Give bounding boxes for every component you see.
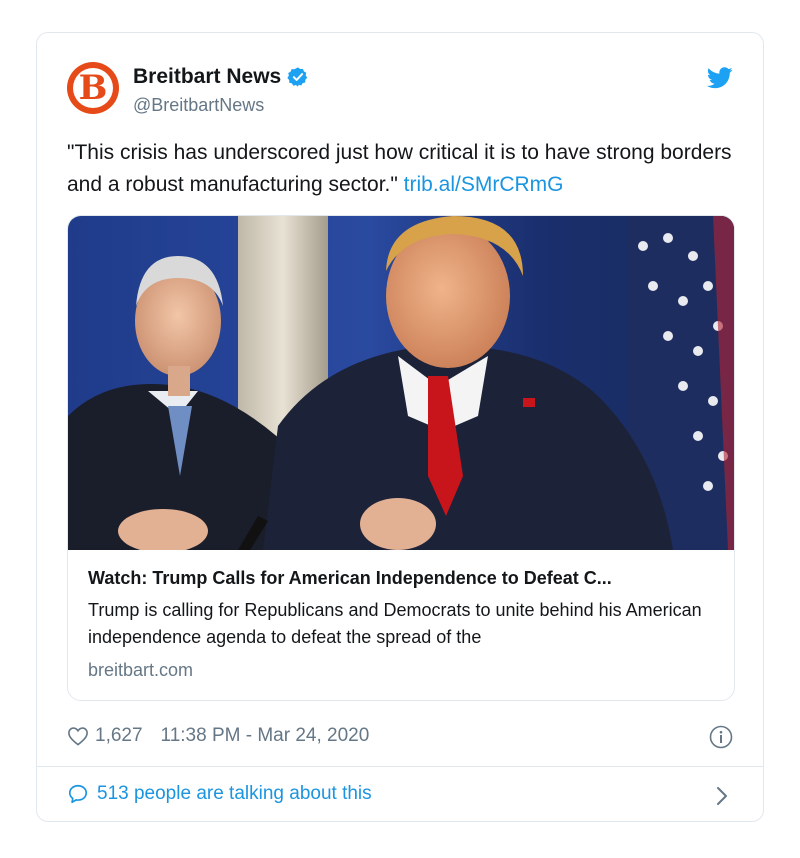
info-icon[interactable] bbox=[709, 725, 733, 749]
link-preview-card[interactable]: Watch: Trump Calls for American Independ… bbox=[67, 215, 735, 701]
avatar-letter: B bbox=[78, 68, 108, 108]
tweet-embed-card[interactable]: B Breitbart News @BreitbartNews "This cr… bbox=[36, 32, 764, 822]
tweet-body: "This crisis has underscored just how cr… bbox=[67, 141, 732, 196]
author-name-row: Breitbart News bbox=[133, 65, 309, 89]
tweet-text: "This crisis has underscored just how cr… bbox=[67, 137, 737, 201]
avatar[interactable]: B bbox=[67, 62, 119, 114]
conversation-link[interactable]: 513 people are talking about this bbox=[67, 783, 372, 805]
preview-description: Trump is calling for Republicans and Dem… bbox=[88, 600, 702, 647]
heart-icon[interactable] bbox=[67, 726, 89, 746]
preview-photo bbox=[68, 216, 734, 550]
tweet-link[interactable]: trib.al/SMrCRmG bbox=[404, 173, 564, 196]
chevron-right-icon[interactable] bbox=[715, 785, 729, 807]
tweet-meta: 1,627 11:38 PM - Mar 24, 2020 bbox=[67, 725, 369, 747]
timestamp[interactable]: 11:38 PM - Mar 24, 2020 bbox=[161, 725, 370, 747]
preview-domain: breitbart.com bbox=[88, 660, 194, 680]
preview-text: Watch: Trump Calls for American Independ… bbox=[88, 568, 716, 681]
handle[interactable]: @BreitbartNews bbox=[133, 95, 264, 116]
display-name[interactable]: Breitbart News bbox=[133, 65, 281, 89]
twitter-bird-icon[interactable] bbox=[707, 67, 733, 89]
talking-count[interactable]: 513 people are talking about this bbox=[97, 783, 372, 805]
divider bbox=[37, 766, 763, 767]
verified-badge-icon bbox=[287, 67, 308, 87]
preview-title[interactable]: Watch: Trump Calls for American Independ… bbox=[88, 568, 716, 589]
like-count[interactable]: 1,627 bbox=[95, 725, 143, 747]
comment-bubble-icon bbox=[68, 784, 88, 804]
